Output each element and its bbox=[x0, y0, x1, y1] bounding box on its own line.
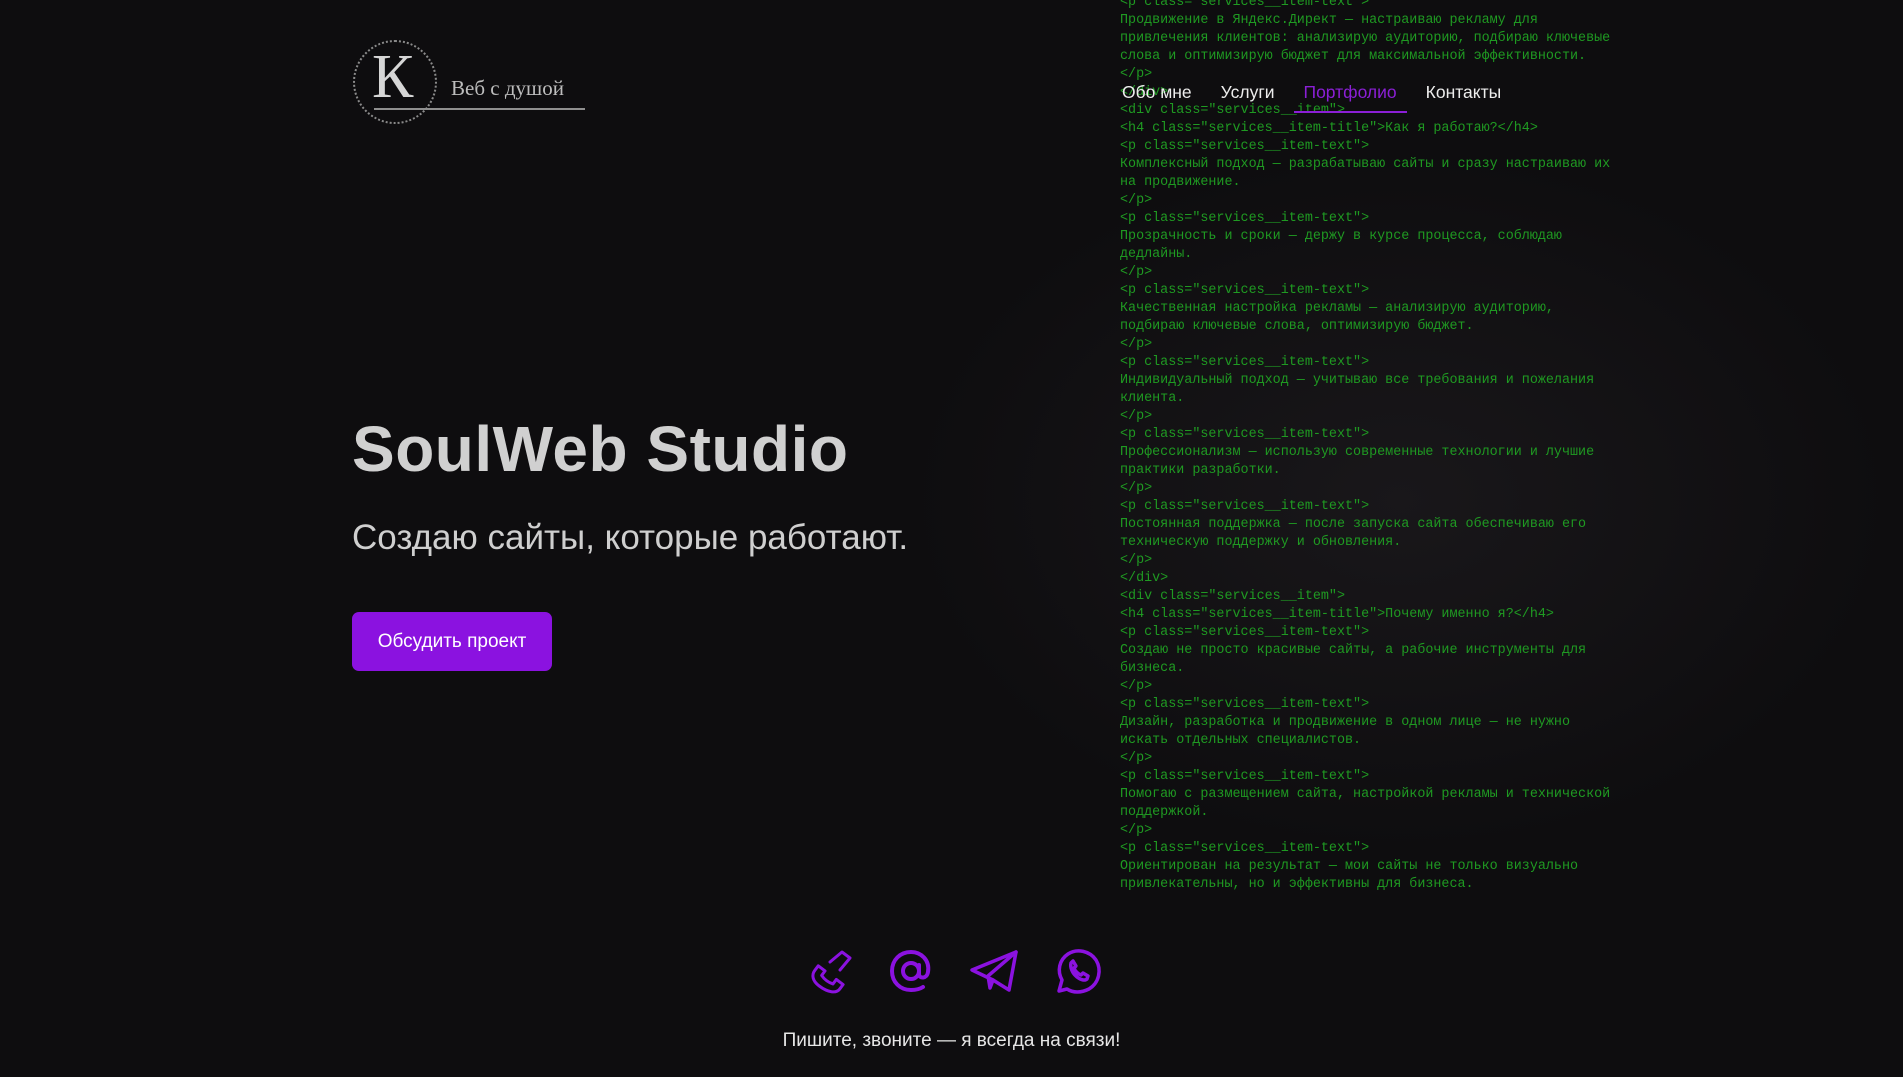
logo[interactable]: К Веб с душой bbox=[350, 38, 590, 128]
code-line: дедлайны. bbox=[1120, 247, 1193, 262]
nav-item-services[interactable]: Услуги bbox=[1211, 82, 1285, 113]
email-at-icon[interactable] bbox=[882, 942, 940, 1000]
nav-item-about[interactable]: Обо мне bbox=[1122, 82, 1202, 113]
code-line: <p class="services__item-text"> bbox=[1120, 139, 1370, 154]
code-line: подбираю ключевые слова, оптимизирую бюд… bbox=[1120, 319, 1474, 334]
code-line: <p class="services__item-text"> bbox=[1120, 841, 1370, 856]
code-line: Постоянная поддержка — после запуска сай… bbox=[1120, 517, 1587, 532]
code-line: привлечения клиентов: анализирую аудитор… bbox=[1120, 31, 1611, 46]
code-line: </div> bbox=[1120, 571, 1169, 586]
nav-item-portfolio[interactable]: Портфолио bbox=[1293, 82, 1407, 113]
nav-item-contacts[interactable]: Контакты bbox=[1416, 82, 1512, 113]
code-line: искать отдельных специалистов. bbox=[1120, 733, 1362, 748]
code-line: <p class="services__item-text"> bbox=[1120, 697, 1370, 712]
code-line: <p class="services__item-text"> bbox=[1120, 769, 1370, 784]
code-line: поддержкой. bbox=[1120, 805, 1209, 820]
code-line: привлекательны, но и эффективны для бизн… bbox=[1120, 877, 1474, 892]
contact-icons bbox=[800, 942, 1101, 1002]
code-line: практики разработки. bbox=[1120, 463, 1281, 478]
code-line: <p class="services__item-text"> bbox=[1120, 355, 1370, 370]
code-line: </p> bbox=[1120, 553, 1153, 568]
discuss-project-button[interactable]: Обсудить проект bbox=[352, 612, 552, 671]
code-line: </p> bbox=[1120, 481, 1153, 496]
code-line: Профессионализм — использую современные … bbox=[1120, 445, 1595, 460]
logo-underline bbox=[374, 108, 585, 110]
code-line: Продвижение в Яндекс.Директ — настраиваю… bbox=[1120, 13, 1538, 28]
code-line: </p> bbox=[1120, 337, 1153, 352]
code-line: техническую поддержку и обновления. bbox=[1120, 535, 1402, 550]
code-line: </p> bbox=[1120, 751, 1153, 766]
code-line: <p class="services__item-text"> bbox=[1120, 427, 1370, 442]
telegram-icon[interactable] bbox=[966, 942, 1024, 1000]
code-line: </p> bbox=[1120, 409, 1153, 424]
code-line: на продвижение. bbox=[1120, 175, 1241, 190]
hero-title: SoulWeb Studio bbox=[352, 413, 849, 485]
code-line: Создаю не просто красивые сайты, а рабоч… bbox=[1120, 643, 1587, 658]
whatsapp-icon[interactable] bbox=[1049, 942, 1107, 1000]
code-line: Ориентирован на результат — мои сайты не… bbox=[1120, 859, 1579, 874]
code-line: <h4 class="services__item-title">Как я р… bbox=[1120, 121, 1538, 136]
code-line: бизнеса. bbox=[1120, 661, 1185, 676]
code-line: <p class="services__item-text"> bbox=[1120, 211, 1370, 226]
code-line: <p class="services__item-text"> bbox=[1120, 499, 1370, 514]
code-line: </p> bbox=[1120, 193, 1153, 208]
main-nav: Обо мне Услуги Портфолио Контакты bbox=[1122, 82, 1520, 113]
code-line: <p class="services__item-text"> bbox=[1120, 0, 1370, 10]
code-line: слова и оптимизирую бюджет для максималь… bbox=[1120, 49, 1587, 64]
code-line: Дизайн, разработка и продвижение в одном… bbox=[1120, 715, 1570, 730]
code-line: <p class="services__item-text"> bbox=[1120, 625, 1370, 640]
code-backdrop: <p class="services__item-text"> Продвижен… bbox=[1120, 0, 1680, 894]
phone-icon[interactable] bbox=[800, 942, 858, 1000]
logo-letter: К bbox=[372, 43, 414, 111]
code-line: <h4 class="services__item-title">Почему … bbox=[1120, 607, 1554, 622]
code-line: Помогаю с размещением сайта, настройкой … bbox=[1120, 787, 1611, 802]
code-line: <div class="services__item"> bbox=[1120, 589, 1345, 604]
code-line: Прозрачность и сроки — держу в курсе про… bbox=[1120, 229, 1562, 244]
hero-subtitle: Создаю сайты, которые работают. bbox=[352, 518, 909, 557]
code-line: </p> bbox=[1120, 265, 1153, 280]
code-line: </p> bbox=[1120, 679, 1153, 694]
code-line: <p class="services__item-text"> bbox=[1120, 283, 1370, 298]
code-line: </p> bbox=[1120, 823, 1153, 838]
code-line: клиента. bbox=[1120, 391, 1185, 406]
code-line: Индивидуальный подход — учитываю все тре… bbox=[1120, 373, 1595, 388]
contact-tagline: Пишите, звоните — я всегда на связи! bbox=[782, 1030, 1121, 1051]
logo-tagline: Веб с душой bbox=[451, 76, 564, 100]
code-line: Комплексный подход — разрабатываю сайты … bbox=[1120, 157, 1611, 172]
code-line: Качественная настройка рекламы — анализи… bbox=[1120, 301, 1554, 316]
